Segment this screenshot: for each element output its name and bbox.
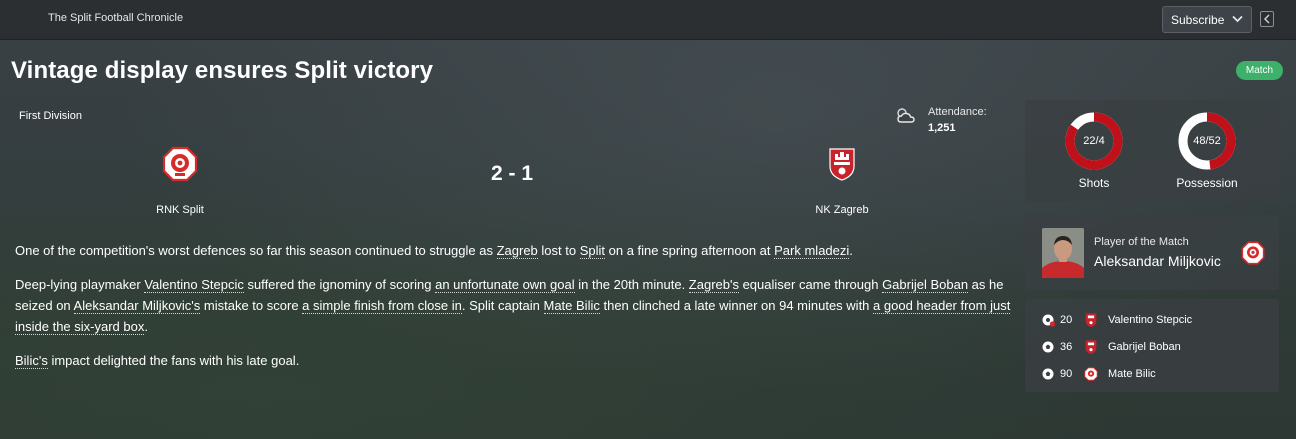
stadium-link[interactable]: Park mladezi (774, 243, 850, 259)
text: impact delighted the fans with his late … (47, 353, 300, 368)
home-team-name[interactable]: RNK Split (120, 204, 240, 216)
text: . (849, 243, 853, 258)
shots-value: 22/4 (1083, 135, 1105, 147)
article-body: One of the competition's worst defences … (15, 240, 1015, 384)
text: One of the competition's worst defences … (15, 243, 497, 258)
nk-zagreb-crest-icon (1084, 312, 1098, 328)
publication-name: The Split Football Chronicle (48, 12, 184, 24)
possession-caption: Possession (1176, 176, 1238, 190)
text: mistake to score (200, 298, 303, 313)
attendance-value: 1,251 (928, 122, 956, 134)
text: on a fine spring afternoon at (605, 243, 775, 258)
player-photo[interactable] (1042, 228, 1084, 278)
goal-minute: 20 (1060, 314, 1073, 326)
player-of-the-match-panel[interactable]: Player of the Match Aleksandar Miljkovic (1025, 215, 1279, 290)
football-icon (1041, 367, 1055, 381)
subscribe-label: Subscribe (1171, 12, 1225, 27)
article-headline: Vintage display ensures Split victory (11, 57, 434, 84)
chevron-down-icon (1232, 14, 1243, 26)
goal-minute: 90 (1060, 368, 1073, 380)
club-link-zagreb[interactable]: Zagreb (496, 243, 538, 259)
football-icon (1041, 340, 1055, 354)
goal-scorers-panel: 20 Valentino Stepcic 36 Gabrijel Boban 9… (1025, 299, 1279, 392)
text: Deep-lying playmaker (15, 277, 145, 292)
goal-row[interactable]: 20 Valentino Stepcic (1041, 312, 1192, 328)
competition-link[interactable]: First Division (19, 110, 82, 122)
goal-minute: 36 (1060, 341, 1073, 353)
goal-scorer[interactable]: Mate Bilic (1108, 368, 1156, 380)
shots-ring: 22/4 (1065, 112, 1123, 170)
goal-scorer[interactable]: Valentino Stepcic (1108, 314, 1192, 326)
player-link-boban[interactable]: Gabrijel Boban (882, 277, 969, 293)
player-link-bilic[interactable]: Mate Bilic (543, 298, 600, 314)
article-paragraph: Bilic's impact delighted the fans with h… (15, 350, 1015, 371)
possession-value: 48/52 (1193, 135, 1221, 147)
text: suffered the ignominy of scoring (243, 277, 436, 292)
match-score: 2 - 1 (490, 162, 534, 185)
text: then clinched a late winner on 94 minute… (599, 298, 874, 313)
goal-row[interactable]: 36 Gabrijel Boban (1041, 339, 1181, 355)
nk-zagreb-crest-icon[interactable] (827, 146, 857, 182)
goal-link-simple-finish[interactable]: a simple finish from close in (302, 298, 462, 314)
article-paragraph: One of the competition's worst defences … (15, 240, 1015, 261)
rnk-split-crest-icon (1241, 241, 1265, 265)
possession-ring: 48/52 (1178, 112, 1236, 170)
text: in the 20th minute. (574, 277, 689, 292)
player-link-stepcic[interactable]: Valentino Stepcic (144, 277, 244, 293)
match-stats-panel: 22/4 Shots 48/52 Possession (1025, 100, 1279, 202)
text: . (144, 319, 148, 334)
player-link-miljkovic[interactable]: Aleksandar Miljkovic's (73, 298, 201, 314)
rnk-split-crest-icon (1084, 366, 1098, 382)
own-goal-ball-icon (1041, 313, 1056, 327)
goal-scorer[interactable]: Gabrijel Boban (1108, 341, 1181, 353)
top-bar: The Split Football Chronicle Subscribe (0, 0, 1296, 40)
potm-player-name[interactable]: Aleksandar Miljkovic (1094, 253, 1221, 269)
subscribe-button[interactable]: Subscribe (1162, 6, 1252, 33)
away-team-name[interactable]: NK Zagreb (782, 204, 902, 216)
club-link-split[interactable]: Split (579, 243, 606, 259)
attendance-label: Attendance: (928, 106, 987, 118)
rnk-split-crest-icon[interactable] (162, 146, 198, 182)
collapse-panel-icon[interactable] (1260, 11, 1274, 27)
article-paragraph: Deep-lying playmaker Valentino Stepcic s… (15, 274, 1015, 337)
shots-caption: Shots (1078, 176, 1110, 190)
goal-link-own-goal[interactable]: an unfortunate own goal (435, 277, 575, 293)
potm-label: Player of the Match (1094, 236, 1189, 248)
goal-row[interactable]: 90 Mate Bilic (1041, 366, 1156, 382)
text: lost to (537, 243, 580, 258)
text: equaliser came through (738, 277, 883, 292)
club-link-zagreb[interactable]: Zagreb's (688, 277, 739, 293)
category-badge: Match (1236, 61, 1283, 80)
nk-zagreb-crest-icon (1084, 339, 1098, 355)
cloudy-weather-icon (895, 106, 917, 126)
text: . Split captain (461, 298, 544, 313)
player-link-bilic[interactable]: Bilic's (15, 353, 48, 369)
